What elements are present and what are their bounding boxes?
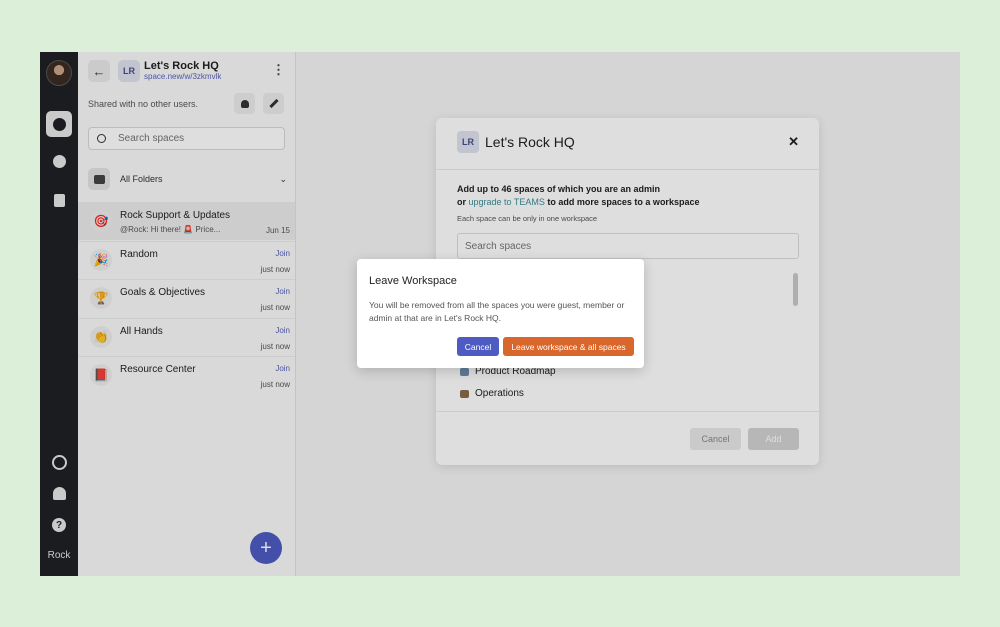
leave-workspace-modal: Leave Workspace You will be removed from… [357,259,644,368]
modal-body: You will be removed from all the spaces … [369,300,625,323]
app-window: ? Rock ← LR Let's Rock HQ space.new/w/3z… [40,52,960,576]
modal-title: Leave Workspace [369,275,457,287]
leave-workspace-button[interactable]: Leave workspace & all spaces [503,337,634,356]
cancel-button[interactable]: Cancel [457,337,499,356]
